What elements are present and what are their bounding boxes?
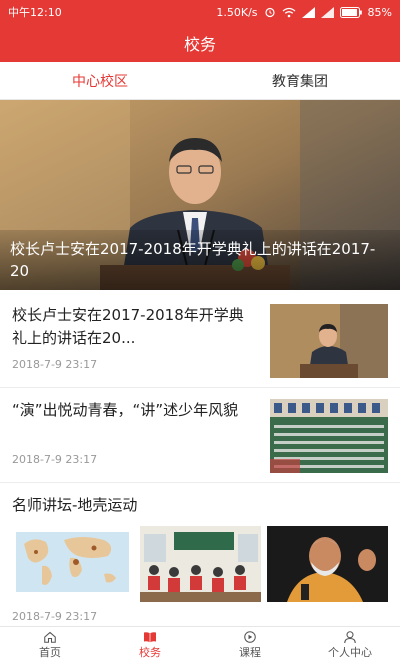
news-thumbnail	[270, 304, 388, 378]
speaker-portrait-image	[267, 526, 388, 602]
nav-personal-center[interactable]: 个人中心	[300, 627, 400, 660]
book-icon	[144, 632, 156, 643]
nav-label: 个人中心	[328, 646, 372, 659]
gallery-image	[267, 526, 388, 602]
gallery-image	[12, 526, 133, 602]
tab-label: 中心校区	[72, 73, 128, 90]
battery-level: 85%	[367, 5, 392, 19]
alarm-icon	[264, 7, 275, 18]
wifi-icon	[282, 7, 295, 17]
world-map-image	[12, 526, 133, 602]
app-header: 校务	[0, 24, 400, 62]
tab-central-campus[interactable]: 中心校区	[0, 62, 200, 99]
news-thumbnail	[270, 399, 388, 473]
battery-icon	[339, 6, 362, 18]
network-speed: 1.50K/s	[216, 5, 258, 19]
signal-icon	[320, 6, 334, 18]
hero-banner[interactable]: 校长卢士安在2017-2018年开学典礼上的讲话在2017-20	[0, 100, 400, 290]
nav-label: 校务	[139, 646, 161, 659]
page-title: 校务	[183, 35, 216, 54]
news-item[interactable]: “演”出悦动青春，“讲”述少年风貌 2018-7-9 23:17	[0, 389, 400, 483]
nav-school-affairs[interactable]: 校务	[100, 627, 200, 660]
signal-icon	[301, 6, 315, 18]
nav-label: 课程	[239, 646, 261, 659]
auditorium-image	[270, 399, 388, 473]
nav-label: 首页	[39, 646, 61, 659]
bottom-nav: 首页 校务 课程 个人中心	[0, 626, 400, 660]
status-bar: 中午12:10 1.50K/s 85%	[0, 0, 400, 24]
gallery-title: 名师讲坛-地壳运动	[12, 496, 138, 514]
nav-home[interactable]: 首页	[0, 627, 100, 660]
gallery-image	[140, 526, 261, 602]
user-icon	[344, 631, 356, 643]
status-icons: 1.50K/s 85%	[216, 6, 392, 19]
tab-education-group[interactable]: 教育集团	[200, 62, 400, 99]
home-icon	[44, 631, 56, 643]
classroom-image	[140, 526, 261, 602]
play-icon	[244, 631, 256, 643]
news-title: 校长卢士安在2017-2018年开学典礼上的讲话在20...	[12, 306, 244, 347]
campus-tabs: 中心校区 教育集团	[0, 62, 400, 100]
news-date: 2018-7-9 23:17	[12, 453, 98, 466]
gallery-date: 2018-7-9 23:17	[12, 610, 98, 623]
hero-caption: 校长卢士安在2017-2018年开学典礼上的讲话在2017-20	[0, 230, 400, 290]
gallery-item[interactable]: 名师讲坛-地壳运动 2018-7-9 23:17	[0, 484, 400, 630]
status-time: 中午12:10	[8, 6, 62, 19]
nav-courses[interactable]: 课程	[200, 627, 300, 660]
speaker-image	[270, 304, 388, 378]
tab-label: 教育集团	[272, 73, 328, 90]
news-title: “演”出悦动青春，“讲”述少年风貌	[12, 401, 239, 419]
news-date: 2018-7-9 23:17	[12, 358, 98, 371]
news-item[interactable]: 校长卢士安在2017-2018年开学典礼上的讲话在20... 2018-7-9 …	[0, 294, 400, 388]
